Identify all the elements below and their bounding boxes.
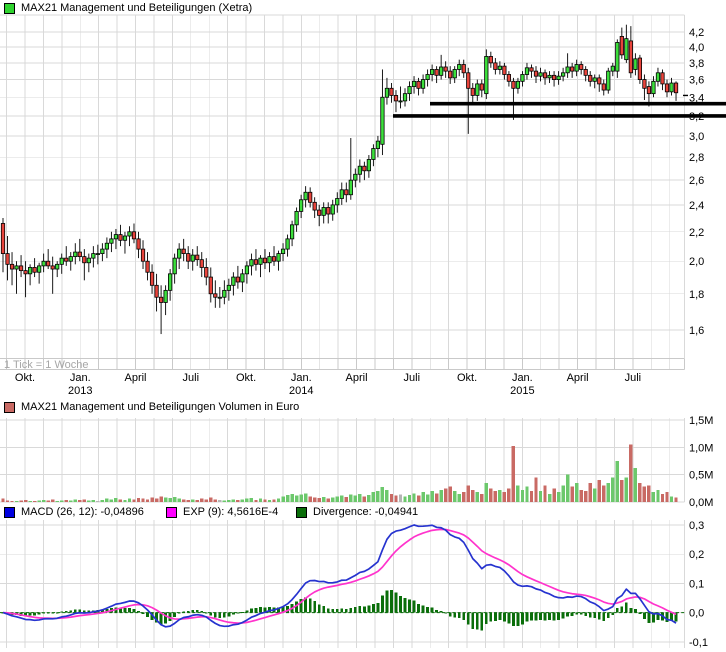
svg-text:2,8: 2,8 (689, 152, 704, 164)
svg-text:0,1: 0,1 (689, 578, 704, 590)
svg-text:2013: 2013 (68, 385, 92, 397)
svg-text:Juli: Juli (183, 372, 200, 384)
chart-canvas[interactable]: 4,24,03,83,63,43,23,02,82,62,42,22,01,81… (0, 0, 726, 652)
volume-legend: MAX21 Management und Beteiligungen Volum… (4, 401, 299, 413)
divergence-legend-item: Divergence: -0,04941 (296, 506, 418, 518)
price-legend-label: MAX21 Management und Beteiligungen (Xetr… (21, 2, 252, 14)
svg-text:Jan.: Jan. (70, 372, 91, 384)
tick-interval-note: 1 Tick = 1 Woche (4, 359, 88, 371)
svg-text:0,2: 0,2 (689, 549, 704, 561)
svg-text:Juli: Juli (625, 372, 642, 384)
divergence-series-swatch (296, 507, 307, 518)
divergence-legend-label: Divergence: -0,04941 (313, 506, 418, 518)
exp-legend-label: EXP (9): 4,5616E-4 (183, 506, 278, 518)
svg-text:Juli: Juli (404, 372, 421, 384)
svg-text:April: April (346, 372, 368, 384)
exp-series-swatch (166, 507, 177, 518)
svg-text:0,0: 0,0 (689, 608, 704, 620)
svg-text:3,0: 3,0 (689, 131, 704, 143)
svg-text:3,6: 3,6 (689, 75, 704, 87)
svg-text:2,4: 2,4 (689, 200, 704, 212)
volume-series-swatch (4, 402, 15, 413)
macd-legend-item: MACD (26, 12): -0,04896 (4, 506, 144, 518)
svg-text:Jan.: Jan. (512, 372, 533, 384)
svg-text:Okt.: Okt. (15, 372, 35, 384)
svg-text:3,8: 3,8 (689, 58, 704, 70)
macd-series-swatch (4, 507, 15, 518)
svg-text:0,0M: 0,0M (689, 497, 713, 509)
exp-legend-item: EXP (9): 4,5616E-4 (166, 506, 278, 518)
svg-text:-0,1: -0,1 (689, 637, 708, 649)
svg-text:4,0: 4,0 (689, 42, 704, 54)
svg-text:April: April (125, 372, 147, 384)
svg-text:1,6: 1,6 (689, 325, 704, 337)
macd-legend-label: MACD (26, 12): -0,04896 (21, 506, 144, 518)
svg-text:Okt.: Okt. (236, 372, 256, 384)
svg-text:4,2: 4,2 (689, 27, 704, 39)
price-legend: MAX21 Management und Beteiligungen (Xetr… (4, 2, 252, 14)
svg-text:0,3: 0,3 (689, 520, 704, 532)
svg-text:2,6: 2,6 (689, 175, 704, 187)
chart-window: 4,24,03,83,63,43,23,02,82,62,42,22,01,81… (0, 0, 726, 652)
svg-text:2,2: 2,2 (689, 227, 704, 239)
svg-text:1,0M: 1,0M (689, 442, 713, 454)
svg-text:April: April (567, 372, 589, 384)
svg-text:2014: 2014 (289, 385, 313, 397)
svg-text:Jan.: Jan. (291, 372, 312, 384)
svg-text:2,0: 2,0 (689, 256, 704, 268)
svg-text:2015: 2015 (510, 385, 534, 397)
svg-text:1,5M: 1,5M (689, 415, 713, 427)
svg-text:Okt.: Okt. (457, 372, 477, 384)
svg-text:0,5M: 0,5M (689, 470, 713, 482)
price-series-swatch (4, 3, 15, 14)
volume-legend-label: MAX21 Management und Beteiligungen Volum… (21, 401, 299, 413)
svg-text:1,8: 1,8 (689, 289, 704, 301)
